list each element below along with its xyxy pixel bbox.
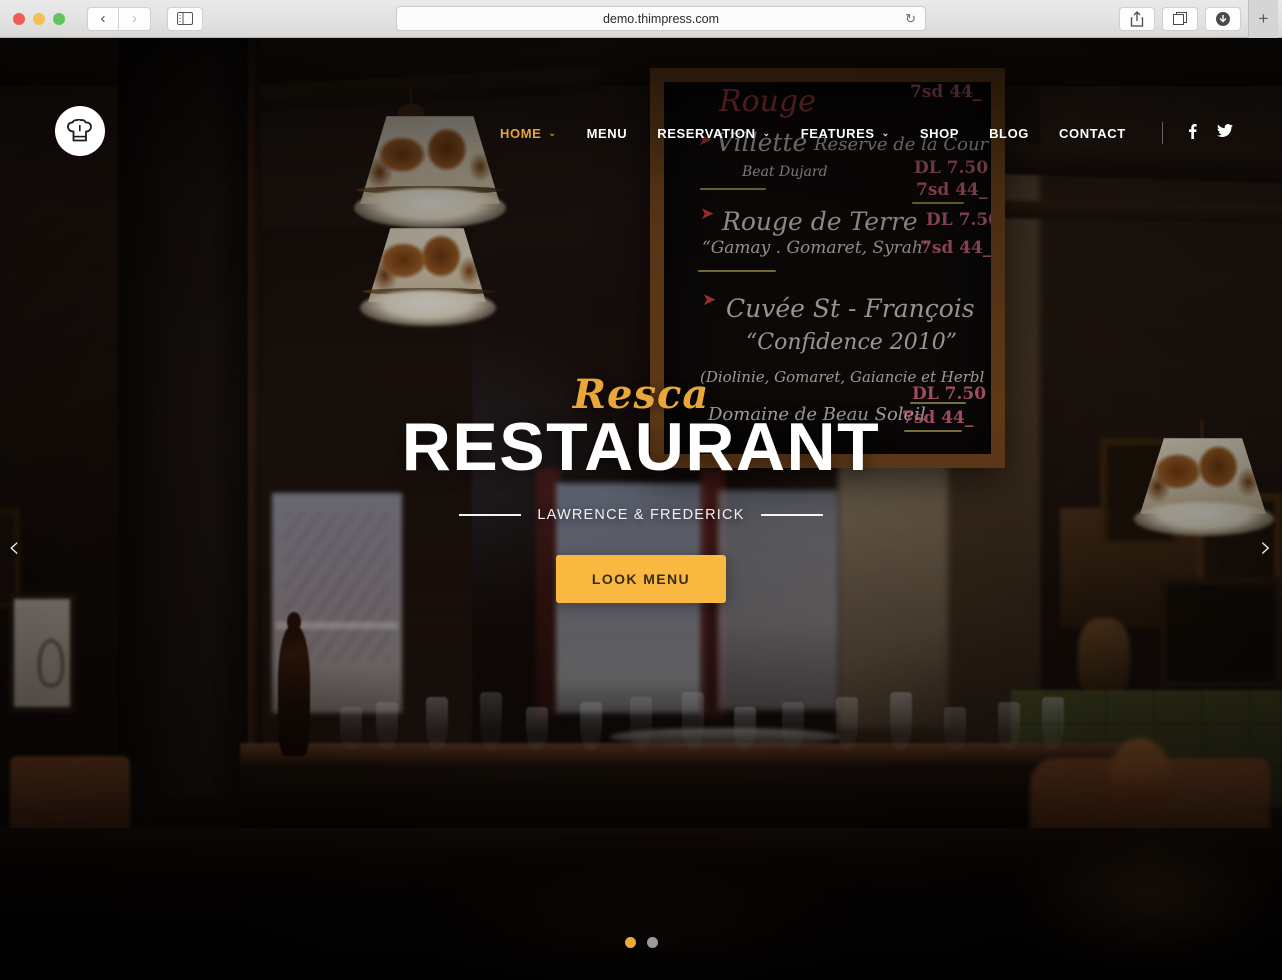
chevron-down-icon: ⌄ [881,127,890,138]
share-icon [1130,10,1144,27]
nav-item-menu[interactable]: MENU [587,126,628,141]
minimize-window-button[interactable] [33,12,45,25]
window-controls [0,12,65,25]
nav-item-blog[interactable]: BLOG [989,126,1029,141]
download-icon [1216,11,1230,26]
nav-item-label: FEATURES [800,125,875,141]
slider-dot-2[interactable] [646,937,658,948]
chevron-down-icon: ⌄ [762,127,771,138]
nav-item-features[interactable]: FEATURES ⌄ [801,126,890,141]
nav-item-label: SHOP [919,125,960,141]
nav-item-label: BLOG [989,125,1030,141]
site-logo[interactable] [55,106,105,156]
chevron-down-icon: ⌄ [548,127,557,138]
nav-item-home[interactable]: HOME ⌄ [500,126,557,141]
hero-title: RESTAURANT [401,409,881,486]
slider-pagination [0,937,1282,948]
divider-right [760,513,823,516]
close-window-button[interactable] [13,12,25,25]
nav-item-label: RESERVATION [657,125,756,141]
back-button[interactable]: ‹ [87,6,119,31]
slider-prev-arrow[interactable]: ‹ [8,533,20,563]
site-header: HOME ⌄ MENU RESERVATION ⌄ FEATURES ⌄ SHOP BLOG CO… [0,38,1282,158]
navigation-buttons: ‹ › [87,6,151,31]
hero-subtitle: LAWRENCE & FREDERICK [537,506,745,523]
reload-icon[interactable]: ↻ [905,11,916,27]
chef-hat-icon [67,119,93,143]
web-page: Rouge 7sd 44_ Villette Reserve de la Cour Be… [0,38,1282,980]
nav-item-shop[interactable]: SHOP [920,126,959,141]
show-tabs-button[interactable] [1162,6,1198,31]
toolbar-actions: + [1119,0,1282,38]
nav-divider [1161,122,1163,144]
forward-button[interactable]: › [119,6,151,31]
share-button[interactable] [1119,6,1155,31]
divider-left [459,513,522,516]
nav-item-contact[interactable]: CONTACT [1059,126,1126,141]
nav-item-label: MENU [586,125,628,141]
nav-item-label: CONTACT [1059,125,1126,141]
tabs-icon [1172,12,1187,25]
look-menu-button[interactable]: LOOK MENU [555,554,727,603]
address-bar-container: demo.thimpress.com ↻ [203,6,1119,31]
hero-section: Resca RESTAURANT LAWRENCE & FREDERICK LO… [0,38,1282,980]
slider-dot-1[interactable] [624,937,636,948]
sidebar-icon [177,12,193,25]
hero-subtitle-row: LAWRENCE & FREDERICK [402,507,880,523]
sidebar-toggle-button[interactable] [167,6,203,31]
browser-toolbar: ‹ › demo.thimpress.com ↻ + [0,0,1282,38]
url-text: demo.thimpress.com [602,11,719,26]
browser-window: ‹ › demo.thimpress.com ↻ + Rouge 7sd 44_… [0,0,1282,980]
main-navigation: HOME ⌄ MENU RESERVATION ⌄ FEATURES ⌄ SHOP BLOG CO… [500,122,1249,144]
address-bar[interactable]: demo.thimpress.com ↻ [396,6,926,31]
facebook-icon[interactable] [1185,123,1201,143]
twitter-icon[interactable] [1216,124,1233,142]
new-tab-button[interactable]: + [1248,0,1278,38]
maximize-window-button[interactable] [53,12,65,25]
nav-item-label: HOME [500,125,542,141]
slider-next-arrow[interactable]: › [1260,533,1272,563]
nav-item-reservation[interactable]: RESERVATION ⌄ [657,126,771,141]
downloads-button[interactable] [1205,6,1241,31]
